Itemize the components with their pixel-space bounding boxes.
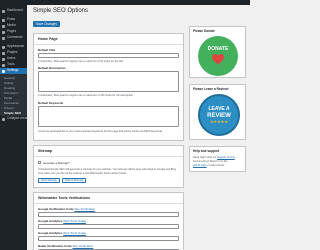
default-keywords-textarea[interactable] (38, 106, 179, 127)
title-char-count: 0 characters. Most search engines use a … (38, 60, 124, 63)
description-char-count: 0 characters. Most search engines use a … (38, 94, 134, 97)
home-page-title: Home Page (38, 37, 58, 41)
google-analytics-label: Google Analytics Web Tools Guide (38, 219, 86, 223)
donate-badge-text: DONATE (207, 46, 229, 52)
webmaster-tools-panel: Webmaster Tools Verifications Google Ver… (33, 192, 184, 250)
donate-panel: Please Donate DONATE (189, 26, 246, 78)
baidu-verification-link[interactable]: Site Verification (73, 244, 94, 248)
tools-icon (2, 63, 5, 67)
review-badge-line1: LEAVE A (208, 105, 230, 112)
heart-icon (212, 54, 224, 65)
google-verification-link[interactable]: Site Verification (75, 207, 96, 211)
plugins-icon (2, 51, 5, 55)
sitemap-help-2: Just make sure you fill out the settings… (38, 172, 127, 175)
sitemap-title: Sitemap (38, 149, 52, 153)
google-analytics-input[interactable] (38, 224, 179, 229)
google-verification-input[interactable] (38, 212, 179, 217)
generate-sitemap-checkbox[interactable] (38, 161, 41, 164)
dashboard-icon (2, 9, 5, 13)
default-description-textarea[interactable] (38, 71, 179, 92)
view-sitemap-button[interactable]: View Sitemap (38, 178, 60, 183)
google-verification-label: Google Verification Code Site Verificati… (38, 207, 96, 211)
donate-title: Please Donate (193, 29, 215, 33)
analytics-link-2[interactable]: Web Tools Guide (63, 231, 86, 235)
pages-icon (2, 30, 5, 34)
default-title-label: Default Title (38, 48, 56, 52)
analytics-label-2: Google Analytics Web Tools Guide (38, 231, 86, 235)
default-description-label: Default Description (38, 66, 66, 70)
comments-icon (2, 36, 5, 40)
page-title: Simple SEO Options (33, 8, 89, 14)
generate-sitemap-label: Generate a Sitemap? (43, 161, 70, 165)
stars-icon: ★★★★★ (210, 118, 228, 124)
collapse-icon (2, 117, 5, 121)
sitemap-help: If checked Simple SEO will generate a si… (38, 168, 177, 171)
analytics-input-2[interactable] (38, 236, 179, 241)
collapse-menu-button[interactable]: Collapse menu (0, 116, 28, 122)
github-link[interactable]: github page (193, 164, 207, 167)
default-title-input[interactable] (38, 53, 179, 58)
sidebar-item-dashboard[interactable]: Dashboard (0, 8, 27, 14)
media-icon (2, 24, 5, 28)
admin-sidebar: Dashboard Posts Media Pages Comments App… (0, 5, 28, 250)
settings-icon (2, 69, 5, 73)
help-line-2: Found a bug? Report it on the (193, 160, 228, 163)
help-support-panel: Help and support Need help? Visit our Su… (189, 146, 246, 172)
keywords-help: A comma separated list of your most impo… (38, 130, 163, 133)
posts-icon (2, 18, 5, 22)
baidu-verification-label: Baidu Verification Code Site Verificatio… (38, 244, 94, 248)
leave-review-badge[interactable]: LEAVE A REVIEW ★★★★★ (198, 94, 240, 136)
review-panel: Please Leave a Review! LEAVE A REVIEW ★★… (189, 84, 246, 140)
webmaster-tools-title: Webmaster Tools Verifications (38, 196, 90, 200)
review-badge-line2: REVIEW (207, 112, 231, 119)
help-line-1: Need help? Visit our Support forums (193, 156, 235, 159)
sidebar-item-comments[interactable]: Comments (0, 35, 27, 41)
sitemap-panel: Sitemap Generate a Sitemap? If checked S… (33, 145, 184, 188)
donate-badge[interactable]: DONATE (198, 36, 238, 76)
home-page-panel: Home Page Default Title 0 characters. Mo… (33, 33, 184, 141)
sidebar-item-settings[interactable]: Settings (0, 68, 27, 74)
submit-sitemap-button[interactable]: Submit Sitemap (62, 178, 87, 183)
submenu-item-simple-seo[interactable]: Simple SEO (0, 110, 27, 115)
users-icon (2, 57, 5, 61)
default-keywords-label: Default Keywords (38, 101, 64, 105)
support-forums-link[interactable]: Support forums (217, 156, 235, 159)
appearance-icon (2, 45, 5, 49)
settings-submenu: General Writing Reading Discussion Media… (0, 74, 27, 116)
help-line-3: github page or Help Center (193, 164, 225, 167)
save-changes-button[interactable]: Save Changes (33, 21, 60, 27)
admin-bar (0, 0, 250, 5)
help-support-title: Help and support (193, 149, 220, 153)
google-analytics-link[interactable]: Web Tools Guide (63, 219, 86, 223)
review-title: Please Leave a Review! (193, 87, 229, 91)
